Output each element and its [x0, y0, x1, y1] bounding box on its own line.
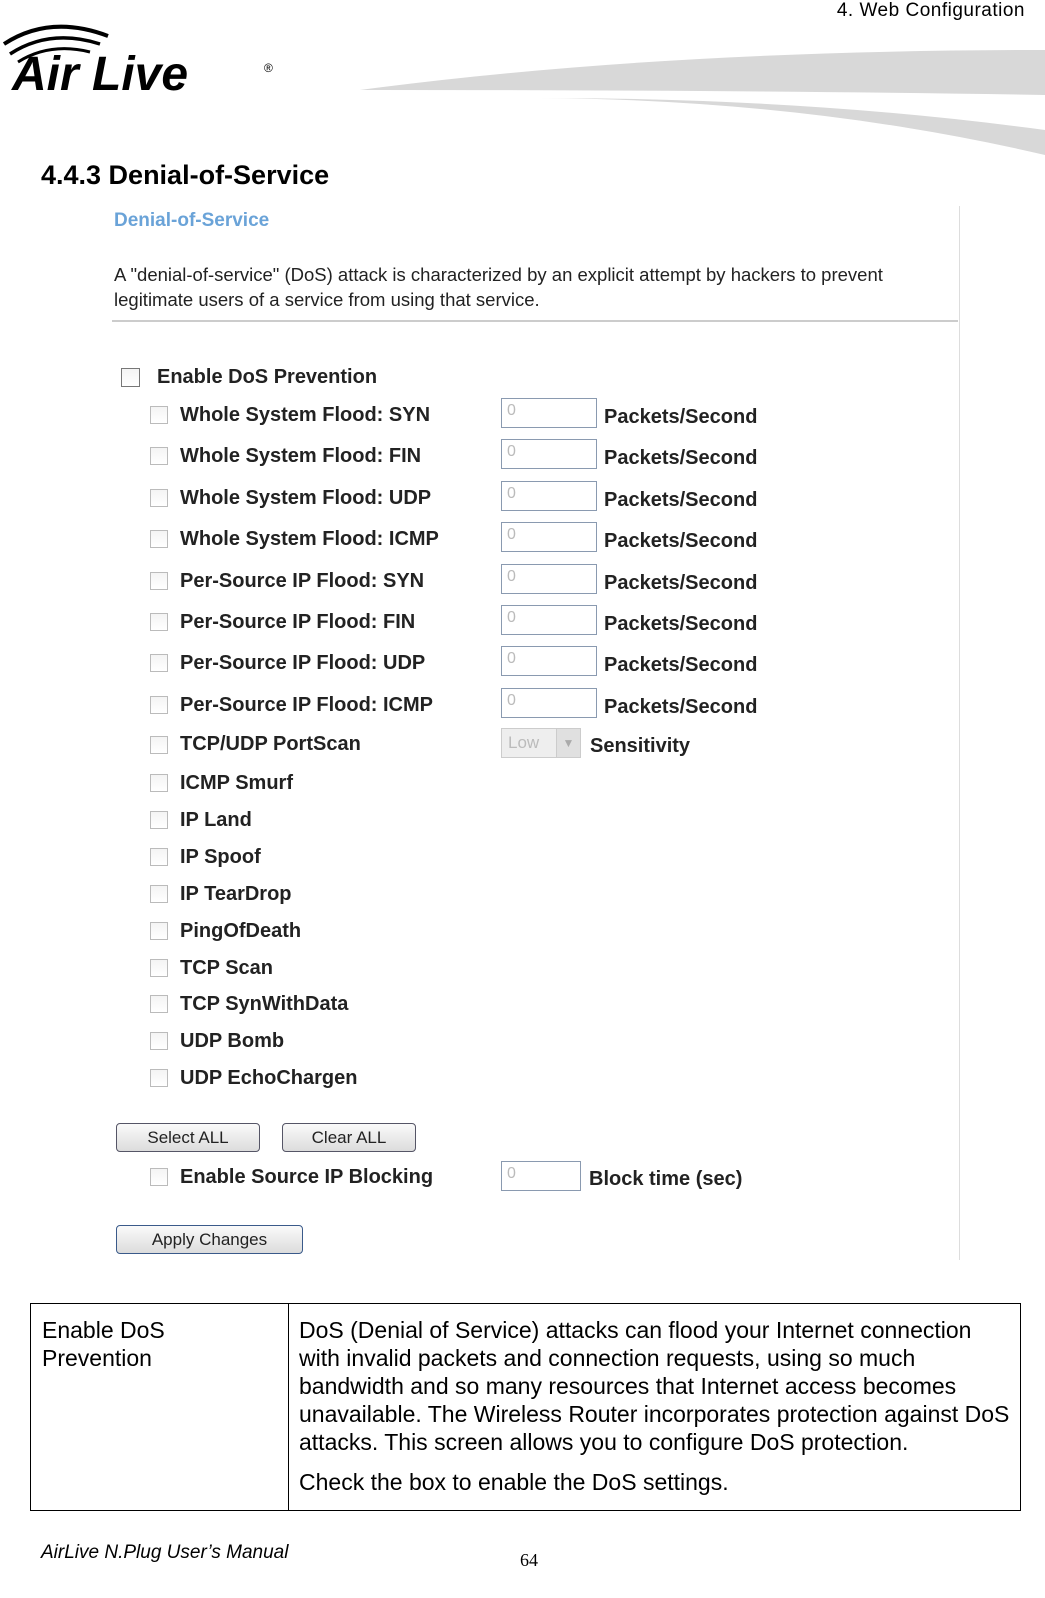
description-table: Enable DoS Prevention DoS (Denial of Ser… [30, 1303, 1021, 1511]
chevron-down-icon[interactable]: ▼ [556, 729, 580, 757]
attack-label: IP Spoof [180, 845, 261, 868]
apply-changes-button[interactable]: Apply Changes [116, 1225, 303, 1254]
attack-checkbox[interactable] [150, 958, 168, 977]
source-ip-blocking-label: Enable Source IP Blocking [180, 1166, 434, 1188]
attack-label: UDP EchoChargen [180, 1067, 358, 1090]
flood-checkbox[interactable] [150, 571, 168, 590]
block-time-input[interactable]: 0 [501, 1161, 581, 1191]
flood-checkbox[interactable] [150, 406, 168, 424]
flood-checkbox[interactable] [150, 488, 168, 507]
sensitivity-value: Low [508, 733, 540, 752]
attack-label: PingOfDeath [180, 919, 302, 942]
flood-label: Whole System Flood: ICMP [180, 528, 439, 551]
select-all-button[interactable]: Select ALL [116, 1123, 260, 1152]
portscan-checkbox[interactable] [150, 736, 168, 754]
description-text: DoS (Denial of Service) attacks can floo… [299, 1317, 1010, 1455]
attack-label: IP Land [180, 808, 252, 831]
portscan-label: TCP/UDP PortScan [180, 733, 361, 755]
panel-title: Denial-of-Service [114, 210, 270, 231]
flood-unit-label: Packets/Second [604, 654, 758, 677]
clear-all-button[interactable]: Clear ALL [282, 1123, 416, 1152]
flood-rate-input[interactable]: 0 [501, 687, 597, 718]
panel-description: A "denial-of-service" (DoS) attack is ch… [114, 264, 883, 310]
flood-unit-label: Packets/Second [604, 488, 758, 511]
flood-unit-label: Packets/Second [604, 447, 758, 470]
term-cell: Enable DoS Prevention [31, 1304, 289, 1510]
attack-checkbox[interactable] [150, 847, 168, 866]
flood-label: Whole System Flood: FIN [180, 445, 422, 468]
flood-label: Per-Source IP Flood: FIN [180, 611, 416, 633]
block-time-label: Block time (sec) [589, 1168, 743, 1190]
source-ip-blocking-checkbox[interactable] [150, 1168, 168, 1186]
flood-unit-label: Packets/Second [604, 530, 758, 553]
divider [112, 320, 958, 322]
attack-label: ICMP Smurf [180, 772, 293, 794]
flood-rate-input[interactable]: 0 [501, 522, 597, 553]
attack-checkbox[interactable] [150, 921, 168, 940]
attack-label: TCP Scan [180, 956, 273, 979]
footer-manual-title: AirLive N.Plug User’s Manual [41, 1542, 289, 1563]
flood-rate-input[interactable]: 0 [501, 398, 597, 428]
airlive-logo: Air Live ® [2, 24, 273, 101]
flood-label: Whole System Flood: SYN [180, 404, 431, 426]
page-number: 64 [520, 1550, 538, 1570]
description-cell: DoS (Denial of Service) attacks can floo… [289, 1304, 1020, 1510]
flood-rate-input[interactable]: 0 [501, 605, 597, 635]
flood-checkbox[interactable] [150, 613, 168, 631]
attack-checkbox[interactable] [150, 774, 168, 792]
enable-dos-label: Enable DoS Prevention [157, 366, 378, 388]
chapter-header: 4. Web Configuration [836, 0, 1025, 21]
flood-checkbox[interactable] [150, 447, 168, 466]
flood-rate-input[interactable]: 0 [501, 563, 597, 594]
flood-rate-input[interactable]: 0 [501, 480, 597, 511]
attack-checkbox[interactable] [150, 1032, 168, 1051]
flood-checkbox[interactable] [150, 695, 168, 714]
flood-label: Per-Source IP Flood: UDP [180, 652, 426, 675]
dos-config-screenshot: Denial-of-Service A "denial-of-service" … [108, 206, 960, 1260]
flood-unit-label: Packets/Second [604, 406, 758, 428]
attack-label: TCP SynWithData [180, 993, 349, 1016]
sensitivity-select[interactable]: Low ▼ [501, 728, 581, 758]
attack-checkbox[interactable] [150, 810, 168, 829]
section-title: 4.4.3 Denial-of-Service [41, 160, 330, 190]
flood-rate-input[interactable]: 0 [501, 439, 597, 470]
attack-checkbox[interactable] [150, 995, 168, 1014]
flood-unit-label: Packets/Second [604, 613, 758, 635]
header-swoosh-decoration [360, 50, 1045, 155]
flood-checkbox[interactable] [150, 530, 168, 549]
svg-text:Air Live: Air Live [11, 48, 188, 101]
flood-unit-label: Packets/Second [604, 571, 758, 594]
attack-checkbox[interactable] [150, 1069, 168, 1088]
sensitivity-label: Sensitivity [590, 735, 691, 757]
description-note: Check the box to enable the DoS settings… [299, 1469, 729, 1495]
svg-text:®: ® [264, 61, 273, 75]
flood-label: Whole System Flood: UDP [180, 486, 432, 509]
attack-checkbox[interactable] [150, 884, 168, 903]
flood-unit-label: Packets/Second [604, 695, 758, 718]
flood-label: Per-Source IP Flood: SYN [180, 569, 425, 592]
attack-label: IP TearDrop [180, 882, 292, 905]
enable-dos-checkbox[interactable] [121, 368, 140, 387]
attack-label: UDP Bomb [180, 1030, 285, 1053]
flood-label: Per-Source IP Flood: ICMP [180, 693, 433, 716]
flood-rate-input[interactable]: 0 [501, 646, 597, 677]
flood-checkbox[interactable] [150, 654, 168, 673]
